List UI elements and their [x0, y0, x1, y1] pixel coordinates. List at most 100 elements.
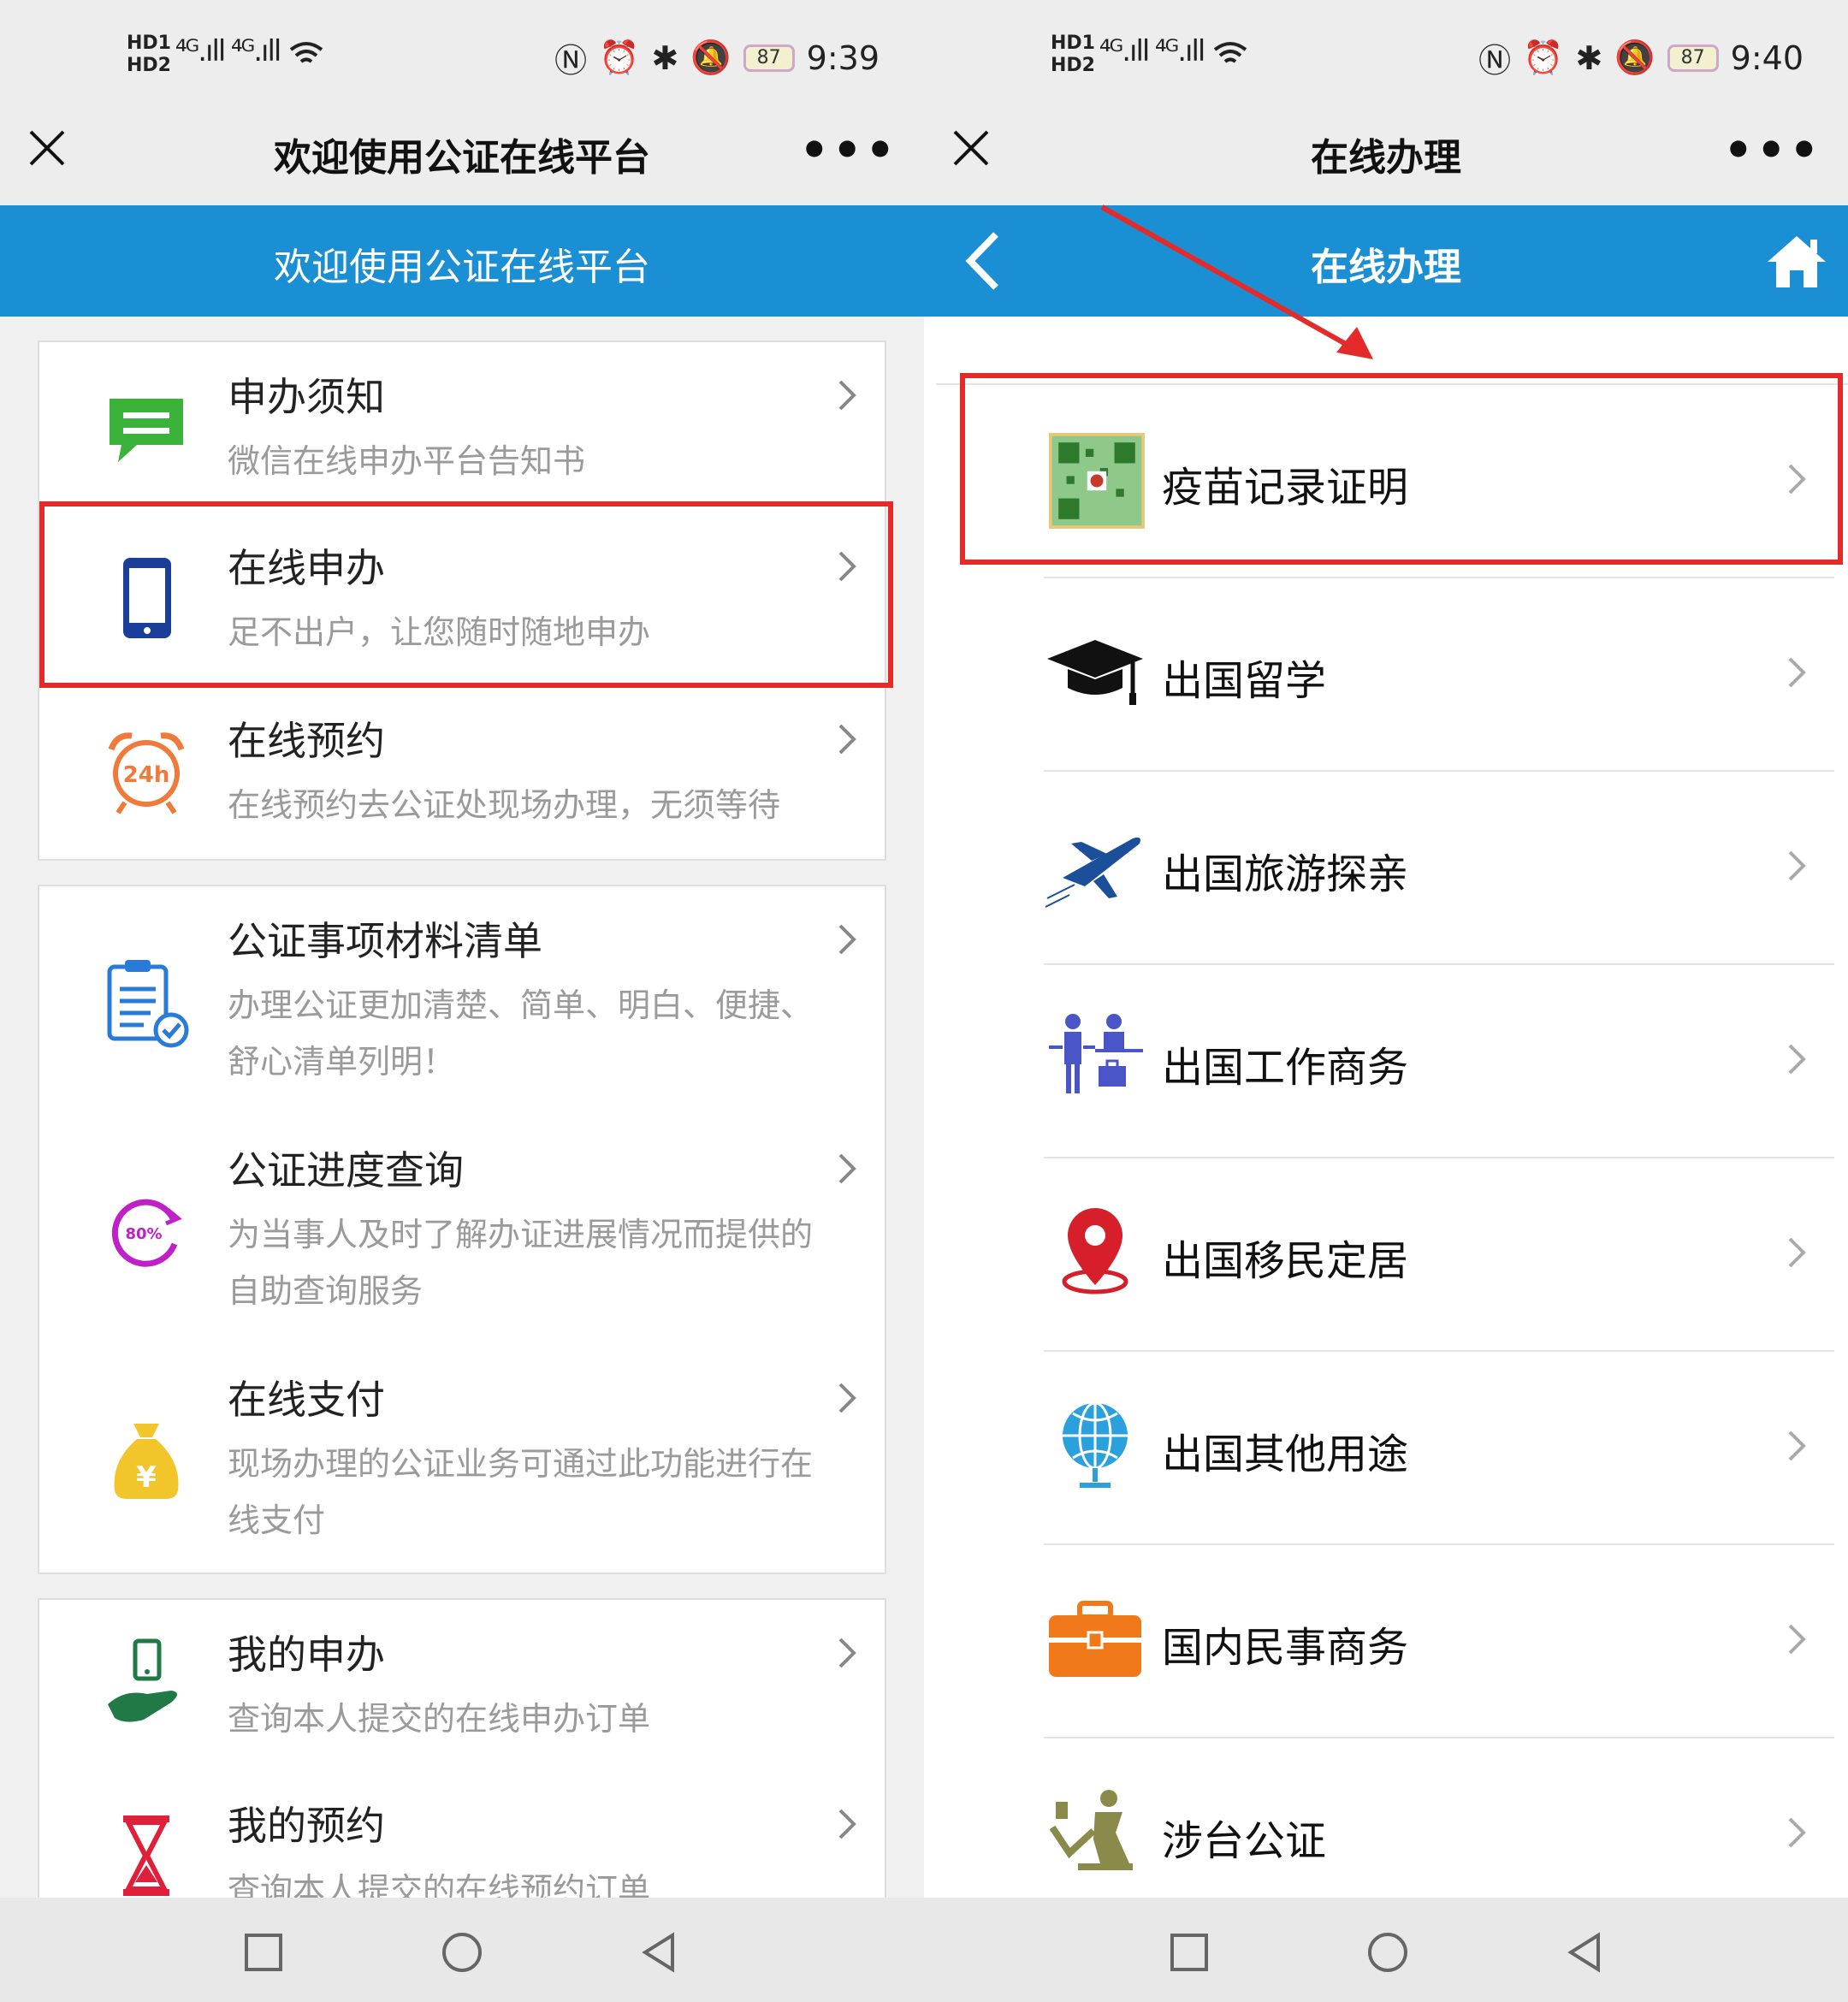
clock: 9:40 [1730, 38, 1804, 77]
item-title: 在线支付 [228, 1377, 385, 1423]
alarm-icon: ⏰ [599, 38, 640, 76]
wifi-icon [1213, 42, 1247, 63]
alarm-icon: ⏰ [1523, 38, 1564, 76]
chevron-right-icon [1788, 1237, 1806, 1268]
recent-apps-icon[interactable] [243, 1932, 284, 1973]
item-label: 出国工作商务 [1162, 1044, 1409, 1092]
item-label: 出国其他用途 [1162, 1430, 1409, 1478]
back-nav-icon[interactable] [1564, 1932, 1605, 1973]
page-title: 欢迎使用公证在线平台 [274, 246, 650, 289]
svg-text:¥: ¥ [136, 1460, 157, 1495]
highlight-box [39, 501, 893, 688]
recent-apps-icon[interactable] [1169, 1932, 1210, 1973]
airplane-icon [1045, 837, 1140, 908]
briefcase-icon [1049, 1601, 1141, 1677]
list-item[interactable]: 出国工作商务 [975, 965, 1848, 1158]
item-label: 出国移民定居 [1162, 1237, 1409, 1285]
status-right: Ⓝ ⏰ ✱ 🔕 87 9:40 [1478, 34, 1804, 81]
list-item[interactable]: 我的申办 查询本人提交的在线申办订单 [39, 1600, 885, 1771]
card-group: 我的申办 查询本人提交的在线申办订单 我的预约 查询本人提交的在线预约订单 [38, 1598, 886, 1940]
svg-text:24h: 24h [123, 762, 170, 788]
hd1-badge: HD1 [127, 33, 171, 54]
wifi-icon [289, 42, 323, 63]
system-nav-bar [0, 1898, 924, 2002]
battery-icon: 87 [1667, 44, 1719, 72]
item-desc: 现场办理的公证业务可通过此功能进行在线支付 [228, 1445, 814, 1539]
page-title: 在线办理 [1311, 246, 1461, 289]
item-title: 公证事项材料清单 [228, 918, 542, 964]
chevron-right-icon [838, 1809, 856, 1839]
alarm-clock-icon: 24h [108, 732, 185, 814]
list-item[interactable]: 申办须知 微信在线申办平台告知书 [39, 342, 885, 513]
title-bar: 在线办理 ••• [924, 111, 1848, 205]
hd1-badge: HD1 [1051, 33, 1095, 54]
mute-icon: 🔕 [1614, 38, 1656, 76]
signal-icon: ⁴ᴳ.ıll [231, 34, 281, 68]
hand-phone-icon [108, 1638, 177, 1722]
chevron-right-icon [838, 1638, 856, 1668]
list-item[interactable]: 24h 在线预约 在线预约去公证处现场办理，无须等待 [39, 686, 885, 862]
bluetooth-icon: ✱ [651, 38, 679, 77]
right-screen: HD1 HD2 ⁴ᴳ.ıll ⁴ᴳ.ıll Ⓝ ⏰ ✱ 🔕 87 9:40 在线… [924, 0, 1848, 2002]
chevron-right-icon [838, 1153, 856, 1184]
chevron-right-icon [838, 1383, 856, 1413]
left-screen: HD1 HD2 ⁴ᴳ.ıll ⁴ᴳ.ıll Ⓝ ⏰ ✱ 🔕 87 9:39 欢迎… [0, 0, 924, 2002]
item-desc: 在线预约去公证处现场办理，无须等待 [228, 786, 781, 824]
highlight-box [960, 373, 1843, 565]
graduation-cap-icon [1047, 640, 1143, 705]
item-title: 我的预约 [228, 1803, 385, 1849]
home-nav-icon[interactable] [1367, 1932, 1408, 1973]
list-item[interactable]: 出国旅游探亲 [975, 772, 1848, 965]
list-item[interactable]: ¥ 在线支付 现场办理的公证业务可通过此功能进行在线支付 [39, 1345, 885, 1576]
nfc-icon: Ⓝ [554, 42, 588, 80]
list-item[interactable]: 80% 公证进度查询 为当事人及时了解办证进展情况而提供的自助查询服务 [39, 1116, 885, 1345]
signal-icon: ⁴ᴳ.ıll [1099, 34, 1150, 68]
item-desc: 办理公证更加清楚、简单、明白、便捷、舒心清单列明！ [228, 986, 814, 1081]
window-title: 在线办理 [1311, 136, 1461, 180]
globe-icon [1063, 1401, 1128, 1488]
item-desc: 查询本人提交的在线申办订单 [228, 1700, 651, 1738]
item-title: 我的申办 [228, 1632, 385, 1678]
chevron-right-icon [1788, 1044, 1806, 1075]
nfc-icon: Ⓝ [1478, 42, 1512, 80]
status-right: Ⓝ ⏰ ✱ 🔕 87 9:39 [554, 34, 880, 81]
list-item[interactable]: 国内民事商务 [975, 1545, 1848, 1738]
signal-icon: ⁴ᴳ.ıll [1155, 34, 1205, 68]
chevron-right-icon [1788, 850, 1806, 881]
home-icon[interactable] [1764, 233, 1829, 291]
hd-badges: HD1 HD2 [1051, 33, 1095, 77]
page-header: 欢迎使用公证在线平台 [0, 205, 924, 317]
list-item[interactable]: 出国留学 [975, 578, 1848, 772]
clipboard-check-icon [107, 960, 189, 1048]
item-label: 国内民事商务 [1162, 1624, 1409, 1672]
back-nav-icon[interactable] [638, 1932, 679, 1973]
item-title: 公证进度查询 [228, 1147, 464, 1194]
page-header: 在线办理 [924, 205, 1848, 317]
chevron-right-icon [1788, 1817, 1806, 1848]
chevron-right-icon [838, 724, 856, 755]
status-bar: HD1 HD2 ⁴ᴳ.ıll ⁴ᴳ.ıll Ⓝ ⏰ ✱ 🔕 87 9:40 [924, 0, 1848, 111]
list-item[interactable]: 出国其他用途 [975, 1352, 1848, 1545]
item-label: 出国旅游探亲 [1162, 850, 1409, 898]
system-nav-bar [924, 1898, 1848, 2002]
battery-icon: 87 [743, 44, 795, 72]
list-item[interactable]: 公证事项材料清单 办理公证更加清楚、简单、明白、便捷、舒心清单列明！ [39, 886, 885, 1116]
message-icon [110, 399, 183, 462]
title-bar: 欢迎使用公证在线平台 ••• [0, 111, 924, 205]
mute-icon: 🔕 [690, 38, 732, 76]
item-label: 出国留学 [1162, 657, 1327, 705]
status-bar: HD1 HD2 ⁴ᴳ.ıll ⁴ᴳ.ıll Ⓝ ⏰ ✱ 🔕 87 9:39 [0, 0, 924, 111]
chevron-right-icon [838, 380, 856, 411]
more-icon[interactable]: ••• [799, 127, 898, 174]
home-nav-icon[interactable] [441, 1932, 483, 1973]
card-group: 公证事项材料清单 办理公证更加清楚、简单、明白、便捷、舒心清单列明！ 80% 公… [38, 885, 886, 1574]
chevron-right-icon [1788, 1430, 1806, 1461]
hd2-badge: HD2 [127, 55, 171, 76]
chevron-right-icon [1788, 1624, 1806, 1655]
bluetooth-icon: ✱ [1575, 38, 1603, 77]
list-item[interactable]: 出国移民定居 [975, 1158, 1848, 1352]
money-bag-icon: ¥ [114, 1424, 179, 1499]
map-pin-icon [1062, 1208, 1128, 1294]
stamp-icon [1049, 1790, 1133, 1870]
more-icon[interactable]: ••• [1723, 127, 1822, 174]
